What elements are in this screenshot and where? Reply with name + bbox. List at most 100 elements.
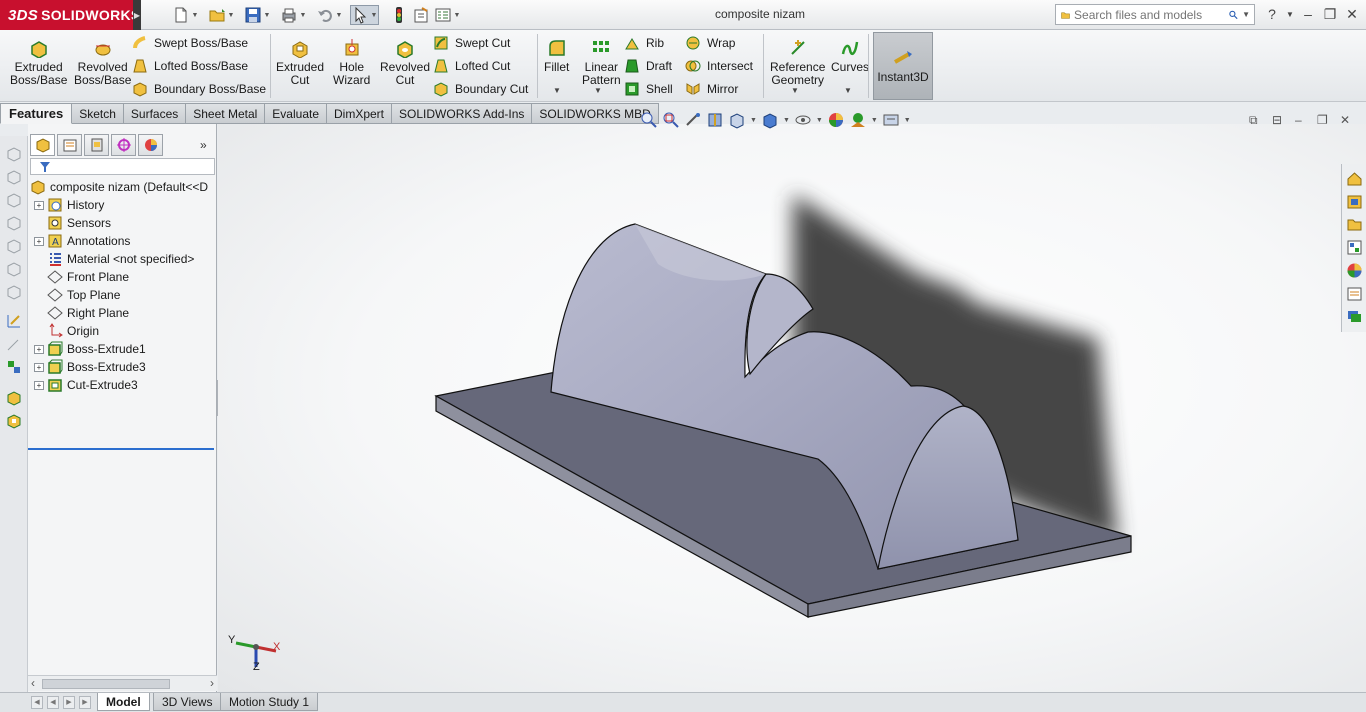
close-icon[interactable]: ✕ xyxy=(1342,6,1362,23)
print-group[interactable]: ▼ xyxy=(280,5,307,25)
graphics-area[interactable]: Y X Z xyxy=(218,124,1366,692)
tab-evaluate[interactable]: Evaluate xyxy=(265,103,327,124)
help-icon[interactable]: ? xyxy=(1262,6,1282,22)
menu-expand-arrow[interactable]: ▶ xyxy=(133,0,141,30)
search-icon[interactable] xyxy=(1229,7,1238,23)
tab-solidworks-add-ins[interactable]: SOLIDWORKS Add-Ins xyxy=(392,103,533,124)
solidworks-resources-icon[interactable] xyxy=(1346,170,1363,187)
revolved-boss-button[interactable]: Revolved Boss/Base xyxy=(74,38,131,87)
file-explorer-icon[interactable] xyxy=(1346,216,1363,233)
search-dropdown-icon[interactable]: ▼ xyxy=(1242,10,1250,19)
open-dropdown-icon[interactable]: ▼ xyxy=(227,12,235,19)
scroll-left-arrow-icon[interactable]: ‹ xyxy=(31,676,35,690)
section-view-icon[interactable] xyxy=(706,111,724,129)
lofted-cut-button[interactable]: Lofted Cut xyxy=(433,56,510,76)
box-icon[interactable] xyxy=(6,261,22,277)
box-icon[interactable] xyxy=(6,192,22,208)
view-orientation-dropdown-icon[interactable]: ▼ xyxy=(750,117,757,124)
options-dropdown-icon[interactable]: ▼ xyxy=(453,12,461,19)
tab-model[interactable]: Model xyxy=(97,693,150,711)
draft-button[interactable]: Draft xyxy=(624,56,672,76)
tree-item-origin[interactable]: Origin xyxy=(28,322,217,340)
tab-sketch[interactable]: Sketch xyxy=(72,103,124,124)
undo-dropdown-icon[interactable]: ▼ xyxy=(335,12,343,19)
previous-tab-arrow-icon[interactable]: ◀ xyxy=(47,696,59,709)
relations-icon[interactable] xyxy=(6,359,22,375)
smart-dimension-icon[interactable] xyxy=(6,336,22,352)
box-icon[interactable] xyxy=(6,169,22,185)
hide-show-dropdown-icon[interactable]: ▼ xyxy=(816,117,823,124)
viewport-close-icon[interactable]: ✕ xyxy=(1340,113,1350,127)
new-document-icon[interactable] xyxy=(172,6,190,24)
fillet-dropdown-icon[interactable]: ▼ xyxy=(553,86,561,95)
reference-geometry-button[interactable]: Reference Geometry xyxy=(770,38,825,87)
revolved-cut-button[interactable]: Revolved Cut xyxy=(380,38,430,87)
expand-toggle[interactable]: + xyxy=(34,200,44,210)
rib-button[interactable]: Rib xyxy=(624,33,664,53)
tree-filter-input[interactable] xyxy=(30,158,215,175)
file-properties-group[interactable] xyxy=(412,5,430,25)
tab-features[interactable]: Features xyxy=(0,103,73,124)
select-pointer-icon[interactable] xyxy=(351,6,369,24)
expand-toggle[interactable]: + xyxy=(34,380,44,390)
intersect-button[interactable]: Intersect xyxy=(685,56,753,76)
new-dropdown-icon[interactable]: ▼ xyxy=(191,12,199,19)
tree-horizontal-scrollbar[interactable]: ‹ › xyxy=(28,675,217,691)
view-orientation-icon[interactable] xyxy=(728,111,746,129)
sketch-icon[interactable] xyxy=(6,313,22,329)
zoom-to-fit-icon[interactable] xyxy=(640,111,658,129)
tree-item-front-plane[interactable]: Front Plane xyxy=(28,268,217,286)
extruded-boss-button[interactable]: Extruded Boss/Base xyxy=(10,38,67,87)
hole-wizard-button[interactable]: Hole Wizard xyxy=(333,38,370,87)
box-icon[interactable] xyxy=(6,146,22,162)
open-folder-icon[interactable] xyxy=(208,6,226,24)
save-icon[interactable] xyxy=(244,6,262,24)
tab-motion-study-1[interactable]: Motion Study 1 xyxy=(220,693,319,711)
tree-item-material[interactable]: Material <not specified> xyxy=(28,250,217,268)
tree-root-part[interactable]: composite nizam (Default<<D xyxy=(28,178,217,196)
tree-item-top-plane[interactable]: Top Plane xyxy=(28,286,217,304)
appearances-scenes-icon[interactable] xyxy=(1346,262,1363,279)
mirror-button[interactable]: Mirror xyxy=(685,79,738,99)
apply-scene-icon[interactable] xyxy=(849,111,867,129)
feature-tree-tab[interactable] xyxy=(30,134,55,156)
swept-boss-button[interactable]: Swept Boss/Base xyxy=(132,33,248,53)
select-group[interactable]: ▼ xyxy=(350,5,379,25)
restore-icon[interactable]: ❐ xyxy=(1320,6,1340,23)
boss-extrude-icon[interactable] xyxy=(6,390,22,406)
tab-surfaces[interactable]: Surfaces xyxy=(123,103,187,124)
scroll-thumb[interactable] xyxy=(42,679,170,689)
design-library-icon[interactable] xyxy=(1346,193,1363,210)
pattern-dropdown-icon[interactable]: ▼ xyxy=(594,86,602,95)
undo-group[interactable]: ▼ xyxy=(316,5,343,25)
apply-scene-dropdown-icon[interactable]: ▼ xyxy=(871,117,878,124)
edit-appearance-icon[interactable] xyxy=(827,111,845,129)
display-style-icon[interactable] xyxy=(761,111,779,129)
new-document-group[interactable]: ▼ xyxy=(172,5,199,25)
display-style-dropdown-icon[interactable]: ▼ xyxy=(783,117,790,124)
curves-button[interactable]: Curves xyxy=(831,38,869,74)
select-dropdown-icon[interactable]: ▼ xyxy=(370,12,378,19)
viewport-minimize-icon[interactable]: ‒ xyxy=(1295,113,1302,127)
dimxpert-manager-tab[interactable] xyxy=(111,134,136,156)
instant3d-toggle-button[interactable]: Instant3D xyxy=(873,32,933,100)
linear-pattern-button[interactable]: Linear Pattern xyxy=(582,38,621,87)
tab-dimxpert[interactable]: DimXpert xyxy=(327,103,393,124)
display-manager-tab[interactable] xyxy=(138,134,163,156)
options-group[interactable]: ▼ xyxy=(434,5,461,25)
save-group[interactable]: ▼ xyxy=(244,5,271,25)
tree-item-boss-extrude3[interactable]: + Boss-Extrude3 xyxy=(28,358,217,376)
viewport-split-horizontal-icon[interactable]: ⊟ xyxy=(1272,113,1282,127)
save-dropdown-icon[interactable]: ▼ xyxy=(263,12,271,19)
box-icon[interactable] xyxy=(6,238,22,254)
box-icon[interactable] xyxy=(6,215,22,231)
tree-item-boss-extrude1[interactable]: + Boss-Extrude1 xyxy=(28,340,217,358)
boundary-cut-button[interactable]: Boundary Cut xyxy=(433,79,528,99)
extruded-cut-button[interactable]: Extruded Cut xyxy=(276,38,324,87)
hide-show-items-icon[interactable] xyxy=(794,111,812,129)
viewport-split-vertical-icon[interactable]: ⧉ xyxy=(1249,113,1258,128)
tree-item-history[interactable]: + History xyxy=(28,196,217,214)
search-input[interactable] xyxy=(1070,7,1230,22)
solidworks-forum-icon[interactable] xyxy=(1346,308,1363,325)
configuration-manager-tab[interactable] xyxy=(84,134,109,156)
